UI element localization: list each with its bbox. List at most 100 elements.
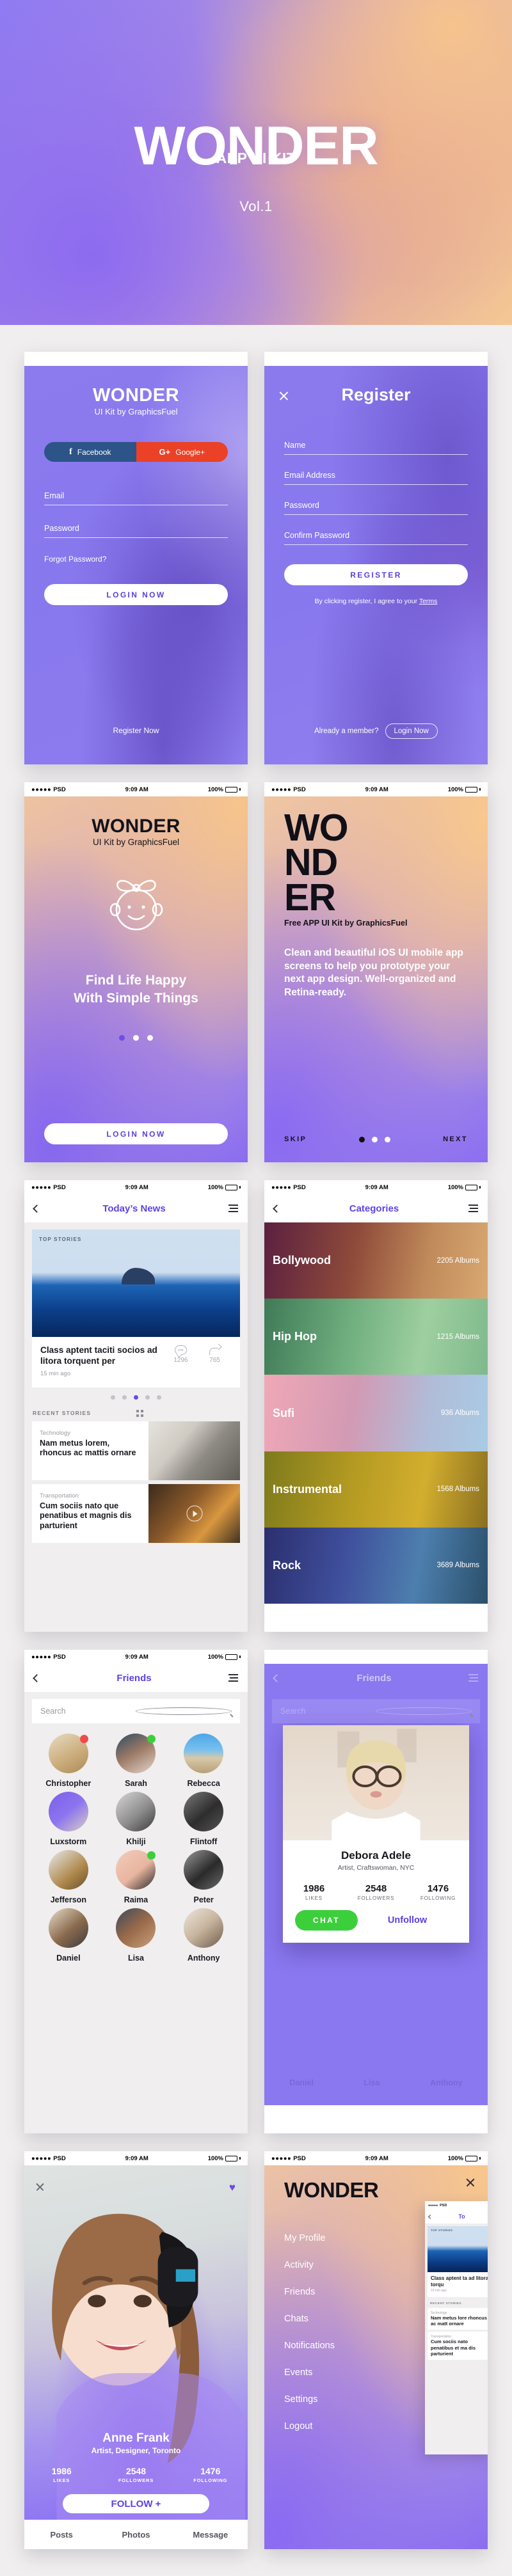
- avatar[interactable]: [116, 1734, 156, 1773]
- page-dot-2[interactable]: [372, 1136, 378, 1142]
- avatar[interactable]: [48, 1734, 88, 1773]
- heart-icon[interactable]: ♥: [229, 2181, 236, 2194]
- clock-label: 9:09 AM: [365, 355, 388, 363]
- password-input[interactable]: Password: [284, 501, 468, 515]
- story-thumbnail: [148, 1483, 240, 1543]
- status-bar: ●●●●● PSD 9:09 AM 100%: [264, 782, 488, 796]
- page-indicator[interactable]: [24, 1035, 248, 1041]
- battery-percent: 100%: [447, 786, 463, 793]
- peek-screen-preview[interactable]: ●●●●● PSD To TOP STORIES Class aptent ta…: [425, 2201, 488, 2454]
- avatar[interactable]: [116, 1792, 156, 1831]
- register-now-link[interactable]: Register Now: [24, 726, 248, 735]
- login-button[interactable]: LOGIN NOW: [44, 584, 228, 605]
- page-dot-3[interactable]: [385, 1136, 391, 1142]
- avatar[interactable]: [48, 1908, 88, 1948]
- list-item[interactable]: Peter: [170, 1850, 237, 1904]
- carousel-dot-3[interactable]: [134, 1395, 138, 1400]
- avatar[interactable]: [48, 1792, 88, 1831]
- page-dot-2[interactable]: [133, 1035, 139, 1041]
- grid-view-icon[interactable]: [136, 1409, 240, 1417]
- list-item[interactable]: Khilji: [102, 1792, 170, 1846]
- google-login-button[interactable]: G+ Google+: [136, 442, 228, 462]
- screen-profile-modal: ●●●●● PSD 9:09 AM 100% Friends Search Da…: [264, 1650, 488, 2133]
- page-dot-1[interactable]: [119, 1035, 125, 1041]
- signal-dots-icon: ●●●●●: [271, 1183, 292, 1191]
- tab-posts[interactable]: Posts: [24, 2530, 99, 2540]
- avatar[interactable]: [184, 1734, 224, 1773]
- carousel-dot-5[interactable]: [157, 1395, 161, 1400]
- password-input[interactable]: Password: [44, 524, 228, 538]
- skip-button[interactable]: SKIP: [284, 1135, 307, 1143]
- page-dot-1[interactable]: [359, 1136, 365, 1142]
- play-icon[interactable]: [186, 1505, 202, 1522]
- list-item[interactable]: Lisa: [102, 1908, 170, 1963]
- chat-button[interactable]: CHAT: [295, 1910, 358, 1931]
- list-item[interactable]: Rebecca: [170, 1734, 237, 1788]
- battery-indicator: 100%: [448, 1654, 481, 1661]
- list-item[interactable]: Jefferson: [35, 1850, 102, 1904]
- facebook-login-button[interactable]: f Facebook: [44, 442, 136, 462]
- tab-photos[interactable]: Photos: [99, 2530, 173, 2540]
- dimmed-navbar: Friends: [264, 1664, 488, 1692]
- list-item[interactable]: Technology Nam metus lorem, rhoncus ac m…: [32, 1421, 240, 1480]
- list-item[interactable]: Flintoff: [170, 1792, 237, 1846]
- list-item[interactable]: Anthony: [170, 1908, 237, 1963]
- tab-message[interactable]: Message: [173, 2530, 248, 2540]
- featured-article-card[interactable]: TOP STORIES Class aptent taciti socios a…: [32, 1229, 240, 1387]
- login-button[interactable]: LOGIN NOW: [44, 1123, 228, 1144]
- carousel-indicator[interactable]: [24, 1395, 248, 1400]
- onboarding-b-body: WO ND ER Free APP UI Kit by GraphicsFuel…: [264, 796, 488, 1162]
- list-item[interactable]: Luxstorm: [35, 1792, 102, 1846]
- stat-value: 2548: [365, 1883, 387, 1894]
- avatar[interactable]: [116, 1850, 156, 1890]
- email-input[interactable]: Email Address: [284, 471, 468, 485]
- follow-button[interactable]: FOLLOW +: [63, 2494, 209, 2513]
- search-input[interactable]: Search: [32, 1699, 240, 1723]
- menu-icon[interactable]: [228, 1205, 238, 1212]
- stat-following: 1476 FOLLOWING: [173, 2466, 248, 2483]
- onboarding-headline: Find Life Happy With Simple Things: [24, 972, 248, 1007]
- category-row-hip-hop[interactable]: Hip Hop 1215 Albums: [264, 1299, 488, 1375]
- list-item[interactable]: Christopher: [35, 1734, 102, 1788]
- clock-label: 9:09 AM: [125, 786, 148, 793]
- menu-icon[interactable]: [228, 1674, 238, 1682]
- category-row-bollywood[interactable]: Bollywood 2205 Albums: [264, 1222, 488, 1299]
- menu-icon[interactable]: [468, 1674, 478, 1682]
- list-item[interactable]: Transportation Cum sociis nato que penat…: [32, 1483, 240, 1543]
- avatar[interactable]: [116, 1908, 156, 1948]
- avatar[interactable]: [184, 1908, 224, 1948]
- menu-icon[interactable]: [468, 1205, 478, 1212]
- shares-metric[interactable]: 765: [198, 1345, 232, 1364]
- avatar[interactable]: [184, 1792, 224, 1831]
- next-button[interactable]: NEXT: [443, 1135, 468, 1143]
- close-icon[interactable]: [278, 390, 289, 401]
- category-row-sufi[interactable]: Sufi 936 Albums: [264, 1375, 488, 1451]
- register-button[interactable]: REGISTER: [284, 564, 468, 585]
- list-item[interactable]: Raima: [102, 1850, 170, 1904]
- confirm-password-input[interactable]: Confirm Password: [284, 531, 468, 545]
- comments-metric[interactable]: ••• 1296: [164, 1345, 198, 1364]
- list-item[interactable]: Sarah: [102, 1734, 170, 1788]
- unfollow-button[interactable]: Unfollow: [358, 1915, 457, 1925]
- list-item[interactable]: Daniel: [35, 1908, 102, 1963]
- screen-onboarding-b: ●●●●● PSD 9:09 AM 100% WO ND ER Free APP…: [264, 782, 488, 1162]
- category-row-rock[interactable]: Rock 3689 Albums: [264, 1527, 488, 1604]
- terms-link[interactable]: Terms: [419, 597, 438, 605]
- carousel-dot-1[interactable]: [111, 1395, 115, 1400]
- carousel-dot-2[interactable]: [122, 1395, 127, 1400]
- avatar[interactable]: [48, 1850, 88, 1890]
- name-input[interactable]: Name: [284, 441, 468, 455]
- carousel-dot-4[interactable]: [145, 1395, 150, 1400]
- page-dot-3[interactable]: [147, 1035, 153, 1041]
- page-indicator[interactable]: [359, 1136, 391, 1142]
- email-input[interactable]: Email: [44, 491, 228, 505]
- close-icon[interactable]: [35, 2182, 45, 2192]
- forgot-password-link[interactable]: Forgot Password?: [44, 555, 228, 564]
- avatar[interactable]: [184, 1850, 224, 1890]
- share-icon: [209, 1345, 221, 1355]
- facebook-icon: f: [69, 446, 72, 457]
- close-icon[interactable]: [465, 2177, 476, 2188]
- category-row-instrumental[interactable]: Instrumental 1568 Albums: [264, 1451, 488, 1528]
- search-icon[interactable]: [135, 1707, 232, 1715]
- login-now-button[interactable]: Login Now: [385, 723, 438, 739]
